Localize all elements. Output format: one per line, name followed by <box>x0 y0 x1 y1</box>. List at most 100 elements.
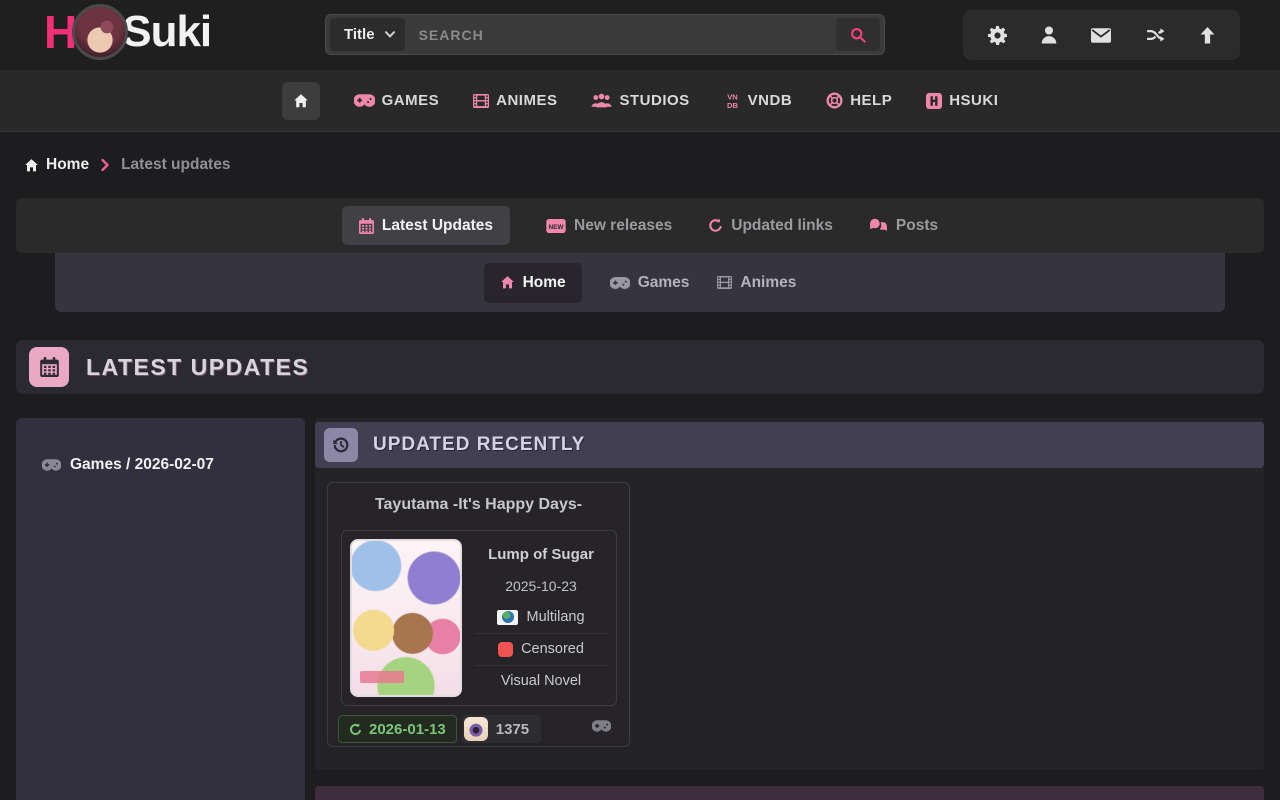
subtab-label: Games <box>638 274 690 292</box>
last-update-date: 2026-01-13 <box>369 721 446 738</box>
nav-label: ANIMES <box>496 92 557 109</box>
subtab-home[interactable]: Home <box>484 263 582 303</box>
svg-text:DB: DB <box>727 101 739 109</box>
gamepad-icon <box>592 720 611 732</box>
home-icon <box>500 275 515 290</box>
nav-label: STUDIOS <box>619 92 689 109</box>
censorship-row: Censored <box>474 633 608 665</box>
chevron-down-icon <box>385 31 395 38</box>
next-section-strip <box>315 786 1264 800</box>
breadcrumb: Home Latest updates <box>24 150 230 180</box>
quick-actions-group <box>963 10 1240 60</box>
view-tabs: Latest Updates NEW New releases Updated … <box>16 198 1264 253</box>
top-header: H Suki Title <box>0 0 1280 70</box>
life-ring-icon <box>826 92 843 109</box>
cover-logo-placeholder <box>360 671 404 683</box>
game-details-box: Lump of Sugar 2025-10-23 Multilang Censo… <box>341 530 617 706</box>
nav-item-vndb[interactable]: VNDB VNDB <box>724 92 793 109</box>
arrow-up-icon <box>1200 27 1215 44</box>
game-title[interactable]: Tayutama -It's Happy Days- <box>328 496 629 514</box>
nav-item-animes[interactable]: ANIMES <box>473 92 557 109</box>
subtab-animes[interactable]: Animes <box>717 274 796 292</box>
sync-icon <box>349 723 362 736</box>
home-icon <box>24 158 39 173</box>
views-badge: 1375 <box>462 715 541 743</box>
nav-label: HSUKI <box>949 92 998 109</box>
tab-posts[interactable]: Posts <box>869 217 938 235</box>
tab-latest-updates[interactable]: Latest Updates <box>342 206 510 245</box>
settings-button[interactable] <box>988 26 1007 45</box>
tab-label: Updated links <box>731 217 833 235</box>
release-date: 2025-10-23 <box>474 570 608 601</box>
comments-icon <box>869 218 888 233</box>
panel-header-updated-recently: UPDATED RECENTLY <box>315 422 1264 468</box>
breadcrumb-home-label: Home <box>46 156 89 174</box>
date-group-sidebar: Games / 2026-02-07 <box>16 418 305 800</box>
home-icon <box>293 93 309 109</box>
calendar-icon <box>359 218 374 234</box>
eye-icon <box>464 717 488 741</box>
nav-item-hsuki[interactable]: HSUKI <box>926 92 998 109</box>
user-icon <box>1041 26 1057 44</box>
tab-label: Latest Updates <box>382 217 493 235</box>
nav-item-help[interactable]: HELP <box>826 92 892 109</box>
last-update-badge: 2026-01-13 <box>338 715 457 743</box>
breadcrumb-home-link[interactable]: Home <box>24 156 89 174</box>
tab-new-releases[interactable]: NEW New releases <box>546 217 672 235</box>
new-badge-icon: NEW <box>546 219 566 233</box>
nav-item-studios[interactable]: STUDIOS <box>591 92 689 109</box>
main-nav: GAMES ANIMES STUDIOS VNDB VNDB HELP HSUK… <box>0 70 1280 132</box>
chevron-right-icon <box>101 159 109 171</box>
h-square-icon <box>926 93 942 109</box>
game-details: Lump of Sugar 2025-10-23 Multilang Censo… <box>474 539 608 697</box>
scroll-top-button[interactable] <box>1200 27 1215 44</box>
game-card: Tayutama -It's Happy Days- Lump of Sugar… <box>327 482 630 747</box>
language-row: Multilang <box>474 601 608 632</box>
vndb-icon: VNDB <box>724 92 741 109</box>
updates-panel: UPDATED RECENTLY Tayutama -It's Happy Da… <box>315 418 1264 770</box>
logo-text-suki: Suki <box>122 7 211 57</box>
breadcrumb-current: Latest updates <box>121 156 230 174</box>
search-category-select[interactable]: Title <box>330 18 405 51</box>
sidebar-group-games-date[interactable]: Games / 2026-02-07 <box>16 418 305 474</box>
gamepad-icon <box>354 94 375 107</box>
random-button[interactable] <box>1146 27 1166 43</box>
search-category-value: Title <box>344 26 375 43</box>
language-label: Multilang <box>526 609 584 625</box>
search-button[interactable] <box>836 18 880 51</box>
gear-icon <box>988 26 1007 45</box>
gamepad-icon <box>610 277 630 289</box>
nav-label: GAMES <box>382 92 440 109</box>
shuffle-icon <box>1146 27 1166 43</box>
views-count: 1375 <box>496 721 529 738</box>
game-cover-image[interactable] <box>350 539 462 697</box>
censorship-label: Censored <box>521 641 584 657</box>
subtab-label: Home <box>523 274 566 292</box>
studio-name[interactable]: Lump of Sugar <box>474 539 608 570</box>
user-button[interactable] <box>1041 26 1057 44</box>
nav-label: VNDB <box>748 92 793 109</box>
tab-updated-links[interactable]: Updated links <box>708 217 833 235</box>
card-footer: 2026-01-13 1375 <box>338 715 619 743</box>
nav-label: HELP <box>850 92 892 109</box>
search-icon <box>850 27 866 43</box>
tab-label: Posts <box>896 217 938 235</box>
search-input[interactable] <box>405 18 836 51</box>
messages-button[interactable] <box>1091 28 1111 43</box>
envelope-icon <box>1091 28 1111 43</box>
search-bar: Title <box>325 14 885 55</box>
sidebar-group-label: Games / 2026-02-07 <box>70 456 214 474</box>
calendar-icon <box>29 347 69 387</box>
subtab-games[interactable]: Games <box>610 274 690 292</box>
nav-item-games[interactable]: GAMES <box>354 92 440 109</box>
site-logo[interactable]: H Suki <box>44 4 211 60</box>
scope-tabs: Home Games Animes <box>55 253 1225 312</box>
nav-home-button[interactable] <box>282 82 320 120</box>
history-icon <box>324 428 358 462</box>
page-title: LATEST UPDATES <box>86 354 309 381</box>
subtab-label: Animes <box>740 274 796 292</box>
logo-avatar <box>72 4 128 60</box>
gamepad-icon <box>42 459 61 471</box>
panel-title: UPDATED RECENTLY <box>373 434 585 456</box>
svg-text:NEW: NEW <box>548 224 564 231</box>
